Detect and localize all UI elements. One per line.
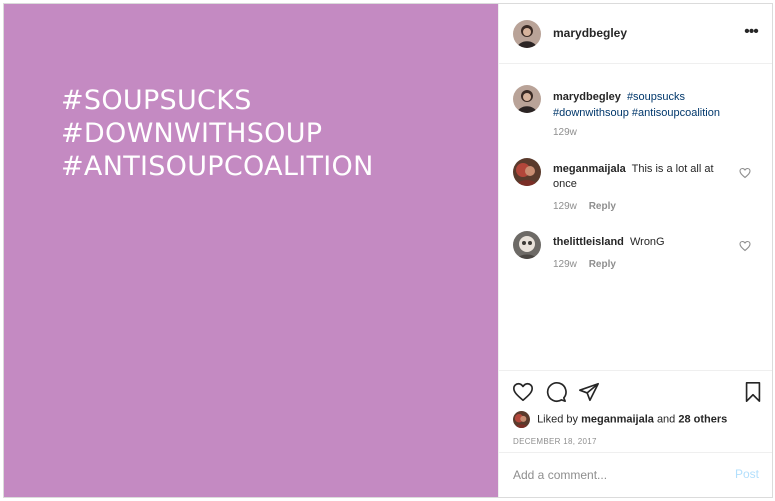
post-image-text: #SOUPSUCKS #DOWNWITHSOUP #ANTISOUPCOALIT…: [61, 84, 374, 183]
avatar[interactable]: [513, 411, 530, 428]
post-date[interactable]: DECEMBER 18, 2017: [513, 437, 597, 446]
comment-icon[interactable]: [545, 381, 567, 403]
comment-time[interactable]: 129w: [553, 201, 577, 212]
comment-username[interactable]: meganmaijala: [553, 163, 626, 175]
comment-meta: 129w Reply: [553, 201, 616, 212]
likes-prefix: Liked by: [537, 413, 579, 426]
like-comment-heart-icon[interactable]: [739, 239, 751, 252]
likes-user-link[interactable]: meganmaijala: [581, 413, 654, 425]
post-header: marydbegley •••: [499, 4, 772, 64]
add-comment-bar: Post: [499, 452, 772, 497]
comment-text: meganmaijala This is a lot all at once: [553, 162, 733, 192]
caption-time[interactable]: 129w: [553, 127, 577, 138]
avatar[interactable]: [513, 158, 541, 186]
heart-icon[interactable]: [512, 381, 534, 403]
post-image-line: #SOUPSUCKS: [61, 85, 252, 116]
comment-input[interactable]: [513, 465, 713, 485]
comment-item: meganmaijala This is a lot all at once 1…: [499, 158, 772, 218]
caption-text: marydbegley #soupsucks #downwithsoup #an…: [553, 89, 733, 121]
hashtag-link[interactable]: #soupsucks: [627, 91, 685, 103]
comment-username[interactable]: thelittleisland: [553, 236, 624, 248]
likes-others-link[interactable]: 28 others: [678, 413, 727, 425]
hashtag-link[interactable]: #antisoupcoalition: [632, 107, 720, 119]
caption-meta: 129w: [553, 127, 577, 138]
more-horizontal-icon[interactable]: •••: [741, 24, 761, 40]
comment-item: thelittleisland WronG 129w Reply: [499, 231, 772, 281]
post-image-line: #DOWNWITHSOUP: [61, 118, 323, 149]
post-image-line: #ANTISOUPCOALITION: [61, 151, 374, 182]
avatar[interactable]: [513, 20, 541, 48]
comment-text: thelittleisland WronG: [553, 235, 733, 250]
post-button[interactable]: Post: [735, 467, 759, 481]
reply-button[interactable]: Reply: [589, 259, 616, 270]
likes-summary: Liked by meganmaijala and 28 others: [513, 411, 727, 429]
post-image[interactable]: #SOUPSUCKS #DOWNWITHSOUP #ANTISOUPCOALIT…: [4, 4, 498, 497]
comment-content: WronG: [629, 236, 665, 248]
comment-meta: 129w Reply: [553, 259, 616, 270]
reply-button[interactable]: Reply: [589, 201, 616, 212]
post-actions: Liked by meganmaijala and 28 others DECE…: [499, 370, 772, 450]
post-dialog: #SOUPSUCKS #DOWNWITHSOUP #ANTISOUPCOALIT…: [3, 3, 773, 498]
hashtag-link[interactable]: #downwithsoup: [553, 107, 629, 119]
caption-username[interactable]: marydbegley: [553, 91, 621, 103]
like-comment-heart-icon[interactable]: [739, 166, 751, 179]
share-icon[interactable]: [578, 381, 600, 403]
likes-conjunction: and: [656, 413, 676, 426]
avatar[interactable]: [513, 85, 541, 113]
avatar[interactable]: [513, 231, 541, 259]
bookmark-icon[interactable]: [742, 381, 764, 403]
post-side-panel: marydbegley ••• marydbegley #soupsucks #…: [498, 4, 772, 497]
comments-list: marydbegley #soupsucks #downwithsoup #an…: [499, 65, 772, 368]
comment-time[interactable]: 129w: [553, 259, 577, 270]
caption: marydbegley #soupsucks #downwithsoup #an…: [499, 85, 772, 145]
header-username[interactable]: marydbegley: [553, 26, 627, 40]
